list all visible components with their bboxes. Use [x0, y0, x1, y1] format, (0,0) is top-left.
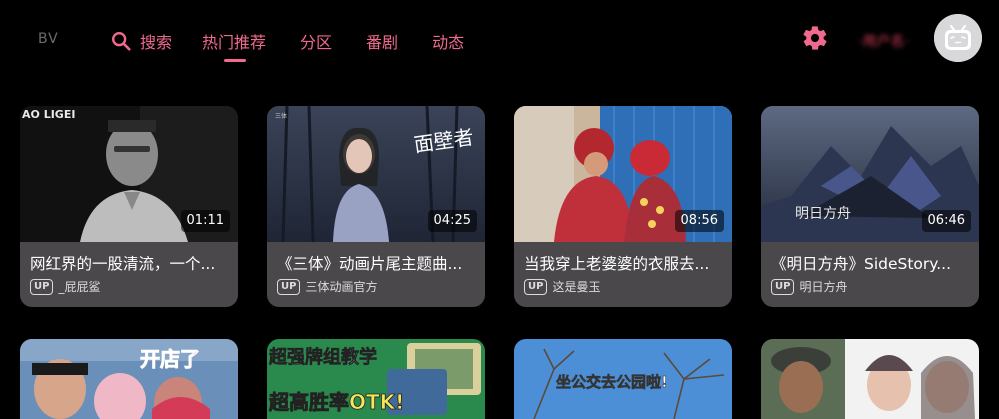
- video-duration: 04:25: [427, 210, 477, 232]
- thumbnail-caption-secondary: 超高胜率OTK!: [268, 390, 404, 414]
- gear-icon[interactable]: [801, 24, 829, 52]
- thumbnail-caption: AO LIGEI: [22, 108, 75, 121]
- svg-text:三体: 三体: [275, 112, 287, 120]
- up-badge: UP: [277, 278, 301, 295]
- uploader-name: 三体动画官方: [305, 280, 378, 294]
- tab-anime[interactable]: 番剧: [366, 29, 398, 53]
- video-meta: UP 这是曼玉: [524, 278, 600, 295]
- video-title: 《明日方舟》SideStory...: [771, 255, 952, 273]
- thumbnail-caption: 开店了: [140, 347, 200, 371]
- username[interactable]: ·用户名·: [858, 31, 909, 51]
- search-icon: [112, 32, 131, 51]
- uploader-name: 明日方舟: [799, 280, 848, 294]
- video-meta: UP 明日方舟: [771, 278, 847, 295]
- video-meta: UP _屁屁鲨: [30, 278, 100, 295]
- video-card[interactable]: 08:56 当我穿上老婆婆的衣服去... UP 这是曼玉: [514, 106, 732, 307]
- video-duration: 01:11: [180, 210, 230, 232]
- tab-categories[interactable]: 分区: [300, 29, 332, 53]
- video-title: 《三体》动画片尾主题曲...: [277, 255, 463, 273]
- up-badge: UP: [771, 278, 795, 295]
- uploader-name: 这是曼玉: [552, 280, 601, 294]
- video-card[interactable]: 面壁者 三体 04:25 《三体》动画片尾主题曲... UP 三体动画官方: [267, 106, 485, 307]
- video-card[interactable]: 超强牌组教学 超高胜率OTK!: [267, 339, 485, 419]
- video-title: 网红界的一股清流，一个...: [30, 255, 216, 273]
- top-nav: 搜索 热门推荐 分区 番剧 动态: [110, 26, 498, 62]
- nav-search-label: 搜索: [140, 33, 173, 52]
- video-duration: 08:56: [674, 210, 724, 232]
- nav-search[interactable]: 搜索: [110, 29, 172, 53]
- thumbnail-caption: 超强牌组教学: [269, 346, 377, 368]
- tab-dynamic[interactable]: 动态: [432, 29, 464, 53]
- avatar[interactable]: [934, 14, 982, 62]
- video-thumbnail: [761, 339, 979, 419]
- video-title: 当我穿上老婆婆的衣服去...: [524, 255, 710, 273]
- tv-mascot-icon: [934, 14, 982, 62]
- video-thumbnail: 超强牌组教学 超高胜率OTK!: [267, 339, 485, 419]
- video-card[interactable]: AO LIGEI 01:11 网红界的一股清流，一个... UP _屁屁鲨: [20, 106, 238, 307]
- up-badge: UP: [524, 278, 548, 295]
- top-bar: BV 搜索 热门推荐 分区 番剧 动态 ·用户名·: [0, 0, 999, 82]
- video-card[interactable]: 明日方舟 06:46 《明日方舟》SideStory... UP 明日方舟: [761, 106, 979, 307]
- video-thumbnail: 开店了: [20, 339, 238, 419]
- thumbnail-caption: 明日方舟: [795, 206, 851, 222]
- thumbnail-caption: 坐公交去公园啦!: [556, 373, 668, 391]
- video-meta: UP 三体动画官方: [277, 278, 377, 295]
- app-logo: BV: [38, 31, 59, 47]
- up-badge: UP: [30, 278, 54, 295]
- video-card[interactable]: 坐公交去公园啦!: [514, 339, 732, 419]
- video-card[interactable]: 开店了: [20, 339, 238, 419]
- video-thumbnail: 坐公交去公园啦!: [514, 339, 732, 419]
- tab-hot[interactable]: 热门推荐: [202, 29, 266, 62]
- video-duration: 06:46: [921, 210, 971, 232]
- video-card[interactable]: [761, 339, 979, 419]
- uploader-name: _屁屁鲨: [58, 280, 101, 294]
